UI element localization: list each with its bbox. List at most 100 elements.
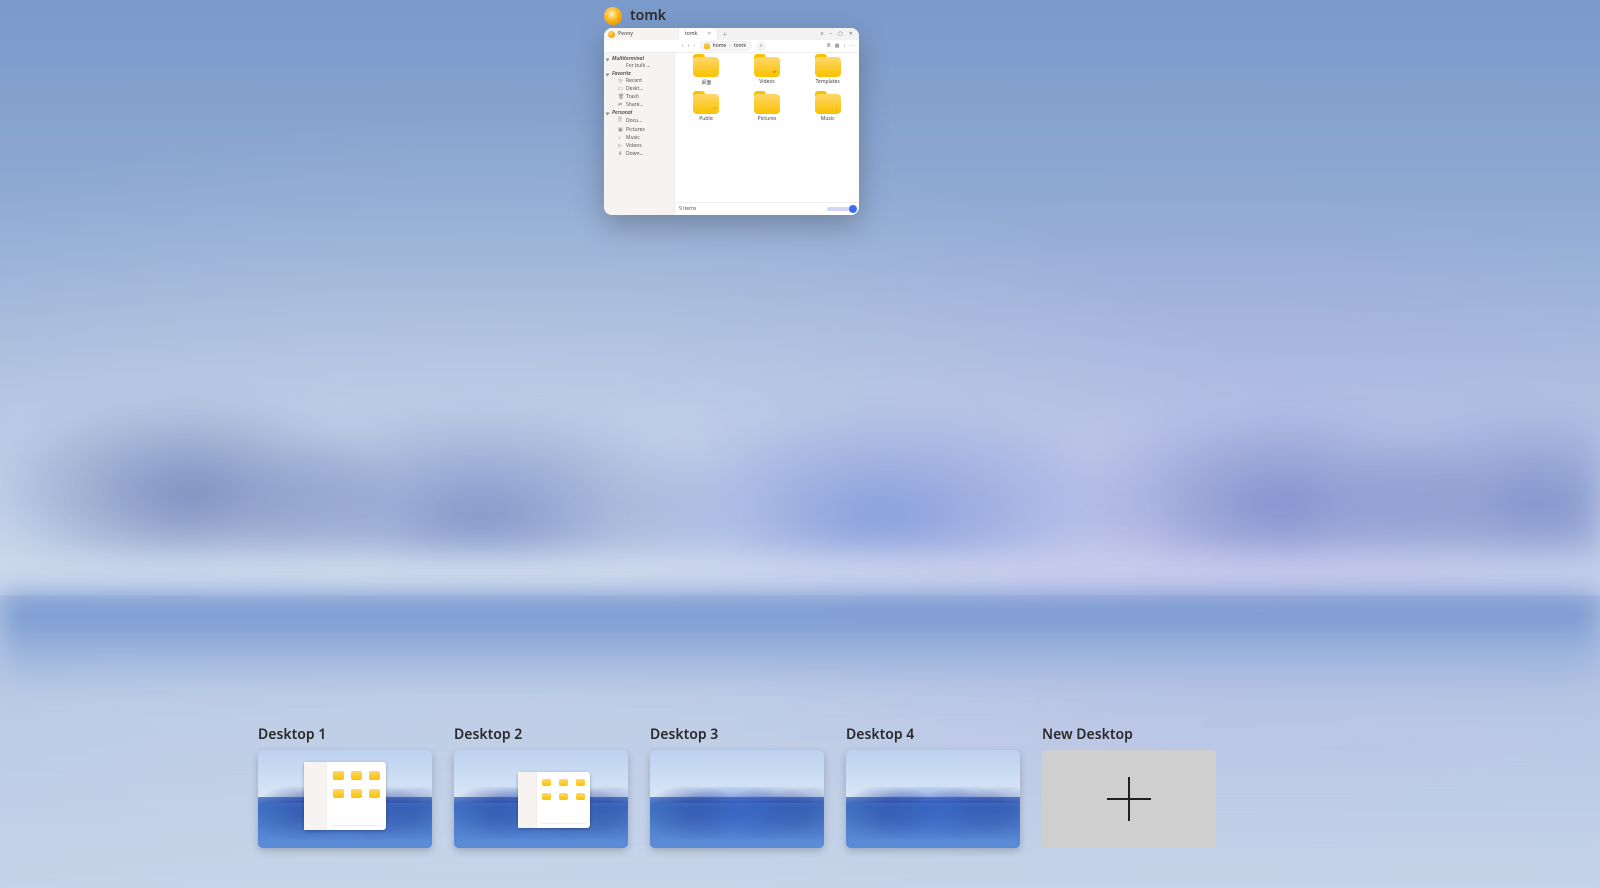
item-count: 9 items [679, 206, 696, 212]
desktop-thumbnail[interactable]: Desktop 4 [846, 725, 1020, 848]
zoom-slider[interactable] [827, 207, 855, 211]
folder-label: Pictures [758, 116, 777, 122]
sidebar-item-icon: ◷ [618, 78, 623, 84]
folder-icon [693, 57, 719, 77]
folder-label: Public [699, 116, 713, 122]
sidebar-item[interactable]: ♪Music [604, 134, 674, 142]
sidebar-item[interactable]: ▭Deskt… [604, 85, 674, 93]
new-desktop-thumb[interactable] [1042, 750, 1216, 848]
folder-icon: ↗ [693, 94, 719, 114]
sidebar-item[interactable]: ▷Videos [604, 142, 674, 150]
titlebar-app: Peony [604, 28, 679, 40]
window-controls: ≡ – ▢ ✕ [821, 28, 859, 40]
desktop-label: Desktop 3 [650, 725, 824, 744]
sidebar-item[interactable]: ⇄Share… [604, 101, 674, 109]
folder-label: 桌面 [701, 79, 711, 86]
window-preview-title[interactable]: tomk [604, 6, 666, 25]
sidebar-item-icon: ⇄ [618, 102, 623, 108]
sidebar-item-label: Deskt… [626, 86, 643, 92]
menu-button[interactable]: ≡ [821, 31, 824, 37]
folder-item[interactable]: 桌面 [677, 57, 736, 86]
desktop-preview[interactable] [454, 750, 628, 848]
tab-close-icon[interactable]: ✕ [707, 31, 711, 37]
desktop-label: Desktop 1 [258, 725, 432, 744]
desktop-label: Desktop 2 [454, 725, 628, 744]
folder-icon: ♪ [815, 94, 841, 114]
sidebar-item-label: Docu… [626, 118, 642, 124]
wallpaper-mountains [0, 355, 1600, 555]
sidebar-item-icon: ▭ [618, 86, 623, 92]
minimize-button[interactable]: – [830, 31, 833, 37]
desktop-thumbnail[interactable]: Desktop 2 [454, 725, 628, 848]
window-preview-file-manager[interactable]: Peony tomk ✕ ＋ ≡ – ▢ ✕ ‹ › ↑ home › tomk… [604, 28, 859, 215]
chevron-right-icon: › [729, 43, 731, 49]
sidebar-item[interactable]: ◷Recent [604, 77, 674, 85]
home-icon [704, 43, 710, 49]
folder-item[interactable]: Pictures [738, 94, 797, 122]
sidebar-item-label: Recent [626, 78, 642, 84]
tab-label: tomk [685, 31, 697, 37]
folder-icon: ▶ [754, 57, 780, 77]
sidebar-item[interactable]: 🗎Docu… [604, 116, 674, 126]
sidebar-item-icon: ▣ [618, 127, 623, 133]
app-name: Peony [618, 31, 633, 37]
titlebar: Peony tomk ✕ ＋ ≡ – ▢ ✕ [604, 28, 859, 40]
sidebar-item-label: For bulk … [626, 63, 650, 69]
view-grid-button[interactable]: ▦ [835, 43, 840, 49]
nav-forward-button[interactable]: › [688, 43, 690, 49]
breadcrumb[interactable]: home › tomk [700, 41, 752, 51]
folder-item[interactable]: ▶ Videos [738, 57, 797, 86]
folder-label: Music [821, 116, 835, 122]
sidebar-item[interactable]: ⬇Down… [604, 150, 674, 158]
search-button[interactable]: ⌕ [756, 41, 766, 51]
sidebar-item[interactable]: 🗑Trash [604, 93, 674, 101]
close-button[interactable]: ✕ [849, 31, 853, 37]
sidebar-group-header[interactable]: Personal [604, 109, 674, 116]
desktop-switcher: Desktop 1 Desktop 2 Desktop 3 Desktop 4 New … [0, 670, 1600, 888]
more-button[interactable]: ⋯ [850, 43, 855, 49]
status-bar: 9 items [675, 202, 859, 215]
sidebar-item-label: Share… [626, 102, 643, 108]
tab-tomk[interactable]: tomk ✕ [679, 28, 718, 40]
app-logo-icon [608, 31, 615, 38]
sidebar-item-icon: ⬇ [618, 151, 623, 157]
sidebar-group-header[interactable]: Multiterminal [604, 55, 674, 62]
nav-up-button[interactable]: ↑ [693, 43, 696, 49]
maximize-button[interactable]: ▢ [838, 31, 843, 37]
sidebar-item-label: Trash [626, 94, 639, 100]
view-list-button[interactable]: ≣ [827, 43, 831, 49]
sidebar: MultiterminalFor bulk …Favorite◷Recent▭D… [604, 53, 675, 215]
folder-item[interactable]: ♪ Music [798, 94, 857, 122]
desktop-thumbnail[interactable]: Desktop 3 [650, 725, 824, 848]
sidebar-item-label: Pictures [626, 127, 645, 133]
sidebar-item[interactable]: ▣Pictures [604, 126, 674, 134]
sidebar-group-header[interactable]: Favorite [604, 70, 674, 77]
file-manager-icon [604, 7, 622, 25]
sidebar-item-icon: ♪ [618, 135, 623, 141]
desktop-preview[interactable] [650, 750, 824, 848]
desktop-label: Desktop 4 [846, 725, 1020, 744]
new-desktop-button[interactable]: New Desktop [1042, 725, 1216, 848]
breadcrumb-current[interactable]: tomk [734, 43, 746, 49]
nav-back-button[interactable]: ‹ [682, 43, 684, 49]
tab-strip: tomk ✕ ＋ [679, 28, 821, 40]
plus-icon [1107, 777, 1151, 821]
desktop-preview[interactable] [846, 750, 1020, 848]
folder-icon [754, 94, 780, 114]
sort-button[interactable]: ↕ [844, 43, 847, 49]
zoom-slider-thumb[interactable] [849, 205, 857, 213]
new-desktop-label: New Desktop [1042, 725, 1216, 744]
mini-window [518, 772, 590, 828]
desktop-preview[interactable] [258, 750, 432, 848]
sidebar-item-icon: 🗎 [618, 117, 623, 125]
desktop-thumbnail[interactable]: Desktop 1 [258, 725, 432, 848]
breadcrumb-home[interactable]: home [713, 43, 727, 49]
sidebar-item-label: Videos [626, 143, 642, 149]
mini-window [304, 762, 386, 830]
folder-label: Videos [759, 79, 775, 85]
new-tab-button[interactable]: ＋ [718, 28, 731, 40]
folder-item[interactable]: Templates [798, 57, 857, 86]
sidebar-item[interactable]: For bulk … [604, 62, 674, 70]
folder-label: Templates [816, 79, 840, 85]
folder-item[interactable]: ↗ Public [677, 94, 736, 122]
